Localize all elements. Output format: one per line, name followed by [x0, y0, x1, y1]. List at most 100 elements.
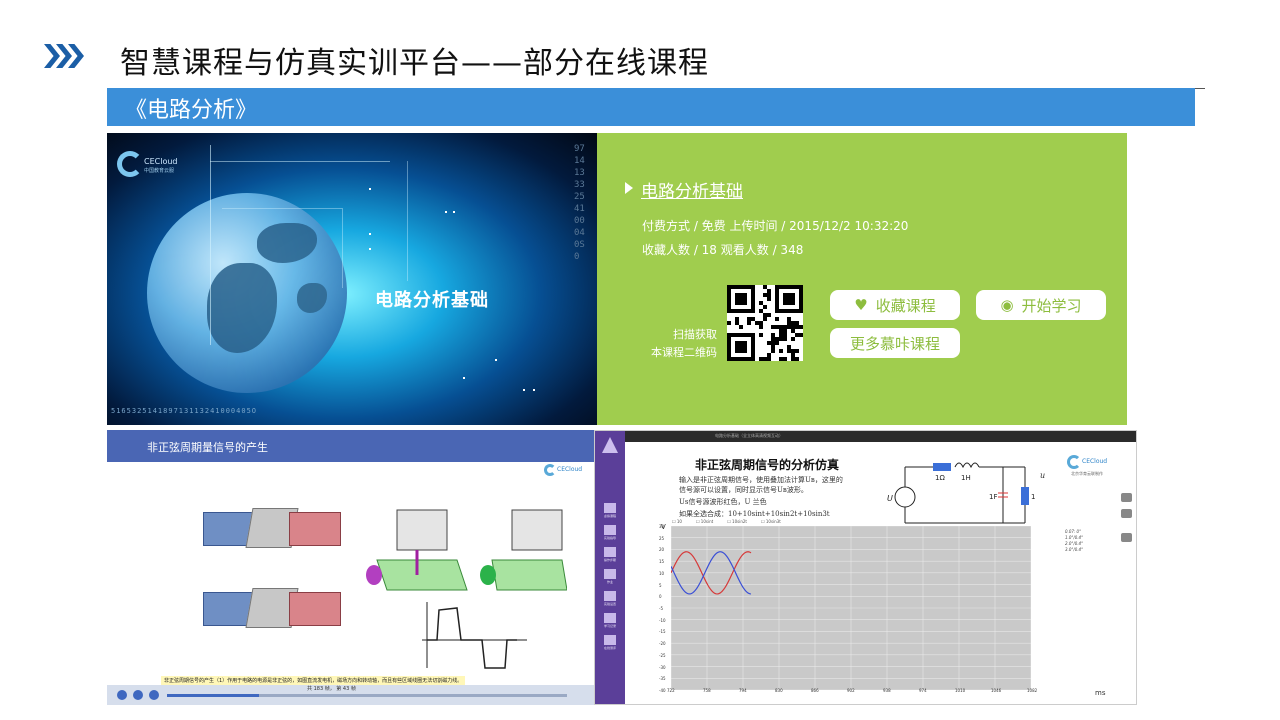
label-l1: 1H — [961, 474, 971, 482]
qr-module — [759, 309, 763, 313]
cecloud-logo-icon — [544, 464, 556, 476]
slip-ring — [480, 565, 496, 585]
sidebar-item-icon[interactable] — [604, 525, 616, 535]
resistor-r2 — [1021, 487, 1029, 505]
y-tick: 20 — [659, 547, 665, 553]
hero-title: 电路分析基础 — [375, 290, 489, 311]
qr-module — [779, 337, 783, 341]
y-tick: -10 — [659, 617, 666, 623]
qr-module — [775, 337, 779, 341]
qr-module — [791, 337, 795, 341]
note-line: 3.0°/0.4° — [1065, 547, 1084, 552]
qr-module — [763, 357, 767, 361]
qr-module — [775, 317, 779, 321]
star-dot — [453, 211, 455, 213]
progress-fill — [167, 694, 259, 697]
y-tick: 25 — [659, 535, 665, 541]
qr-module — [771, 345, 775, 349]
lesson-preview-2[interactable]: 电路分析基础（全立体高清视频互动） 虚拟课程 实验指导 操作步骤 作业 实验设置 学习记录… — [594, 430, 1137, 705]
series-checkboxes[interactable]: ☐ 10 ☐ 10sint ☐ 10sin2t ☐ 10sin3t — [672, 519, 795, 524]
sidebar-item-icon[interactable] — [604, 591, 616, 601]
qr-module — [767, 341, 771, 345]
qr-finder — [735, 341, 747, 353]
qr-finder — [735, 293, 747, 305]
sidebar-item-icon[interactable] — [604, 547, 616, 557]
qr-module — [787, 349, 791, 353]
settings-icon[interactable] — [1121, 509, 1132, 518]
lesson1-logo: CECloud — [557, 466, 583, 473]
lesson1-caption: 非正弦周期信号的产生（1）作用于电路的电源是非正弦的，如图直流发电机，磁场方向和… — [161, 676, 466, 685]
help-icon[interactable] — [1121, 493, 1132, 502]
progress-track[interactable] — [167, 694, 567, 697]
more-label: 更多慕咔课程 — [849, 334, 940, 353]
x-tick: 1046 — [991, 688, 1002, 693]
series-checkbox[interactable]: ☐ 10sin2t — [727, 519, 747, 524]
x-unit: ms — [1095, 689, 1106, 697]
start-label: 开始学习 — [1021, 296, 1082, 315]
star-dot — [445, 211, 447, 213]
star-dot — [533, 389, 535, 391]
qr-module — [747, 321, 751, 325]
qr-module — [771, 333, 775, 337]
y-tick: -30 — [659, 664, 666, 670]
favorite-button[interactable]: ♥ 收藏课程 — [830, 290, 960, 320]
star-dot — [495, 359, 497, 361]
sidebar-item-label: 在线测评 — [603, 646, 616, 650]
sidebar-item-icon[interactable] — [604, 613, 616, 623]
series-checkbox[interactable]: ☐ 10sint — [696, 519, 713, 524]
y-tick: -15 — [659, 629, 666, 635]
sidebar-item-label: 学习记录 — [603, 624, 616, 628]
app-logo-icon — [602, 437, 618, 453]
qr-module — [775, 325, 779, 329]
qr-module — [783, 325, 787, 329]
qr-module — [799, 325, 803, 329]
y-tick: -35 — [659, 676, 666, 682]
lesson-preview-1[interactable]: 非正弦周期量信号的产生 CECloud 非正弦周期信号的产生（1）作用于电路的电… — [107, 430, 594, 705]
sim-desc-4: 如果全选合成：10+10sint+10sin2t+10sin3t — [679, 510, 830, 518]
circuit-line — [407, 161, 408, 281]
qr-module — [783, 337, 787, 341]
tools-icon[interactable] — [1121, 533, 1132, 542]
qr-module — [787, 345, 791, 349]
next-icon[interactable] — [149, 690, 159, 700]
x-tick: 1010 — [955, 688, 966, 693]
circuit-line — [342, 208, 343, 288]
magnet-pole-n — [289, 512, 341, 546]
more-courses-button[interactable]: 更多慕咔课程 — [830, 328, 960, 358]
sidebar-item-label: 虚拟课程 — [603, 514, 616, 518]
y-tick: -20 — [659, 641, 666, 647]
circuit-line — [210, 161, 390, 162]
qr-caption-line2: 本课程二维码 — [651, 346, 717, 359]
continent-shape — [207, 263, 277, 353]
star-dot — [369, 248, 371, 250]
eye-icon: ◉ — [1000, 296, 1014, 314]
qr-module — [767, 289, 771, 293]
qr-module — [791, 321, 795, 325]
sidebar-item-label: 操作步骤 — [603, 558, 616, 562]
course-cover[interactable]: CECloud 中国教育云服 电路分析基础 516532514189713113… — [107, 133, 597, 425]
qr-module — [763, 285, 767, 289]
qr-module — [771, 325, 775, 329]
pause-icon[interactable] — [133, 690, 143, 700]
voltage-source-icon — [894, 486, 916, 508]
waveform-plot — [671, 526, 1031, 690]
sidebar-item-icon[interactable] — [604, 569, 616, 579]
hero-brand: CECloud — [144, 157, 178, 166]
qr-module — [767, 353, 771, 357]
prev-icon[interactable] — [117, 690, 127, 700]
qr-module — [747, 317, 751, 321]
heart-icon: ♥ — [854, 296, 868, 314]
start-learning-button[interactable]: ◉ 开始学习 — [976, 290, 1106, 320]
sidebar-item-icon[interactable] — [604, 635, 616, 645]
qr-module — [763, 293, 767, 297]
course-title-link[interactable]: 电路分析基础 — [641, 177, 743, 202]
series-checkbox[interactable]: ☐ 10 — [672, 519, 682, 524]
sim-sidebar: 虚拟课程 实验指导 操作步骤 作业 实验设置 学习记录 在线测评 — [595, 431, 625, 704]
series-checkbox[interactable]: ☐ 10sin3t — [761, 519, 781, 524]
qr-module — [775, 341, 779, 345]
course-info-panel: 电路分析基础 付费方式 / 免费 上传时间 / 2015/12/2 10:32:… — [597, 133, 1127, 425]
inductor-l1 — [954, 462, 980, 469]
qr-module — [739, 325, 743, 329]
sidebar-item-icon[interactable] — [604, 503, 616, 513]
label-ur: u — [1040, 471, 1046, 480]
